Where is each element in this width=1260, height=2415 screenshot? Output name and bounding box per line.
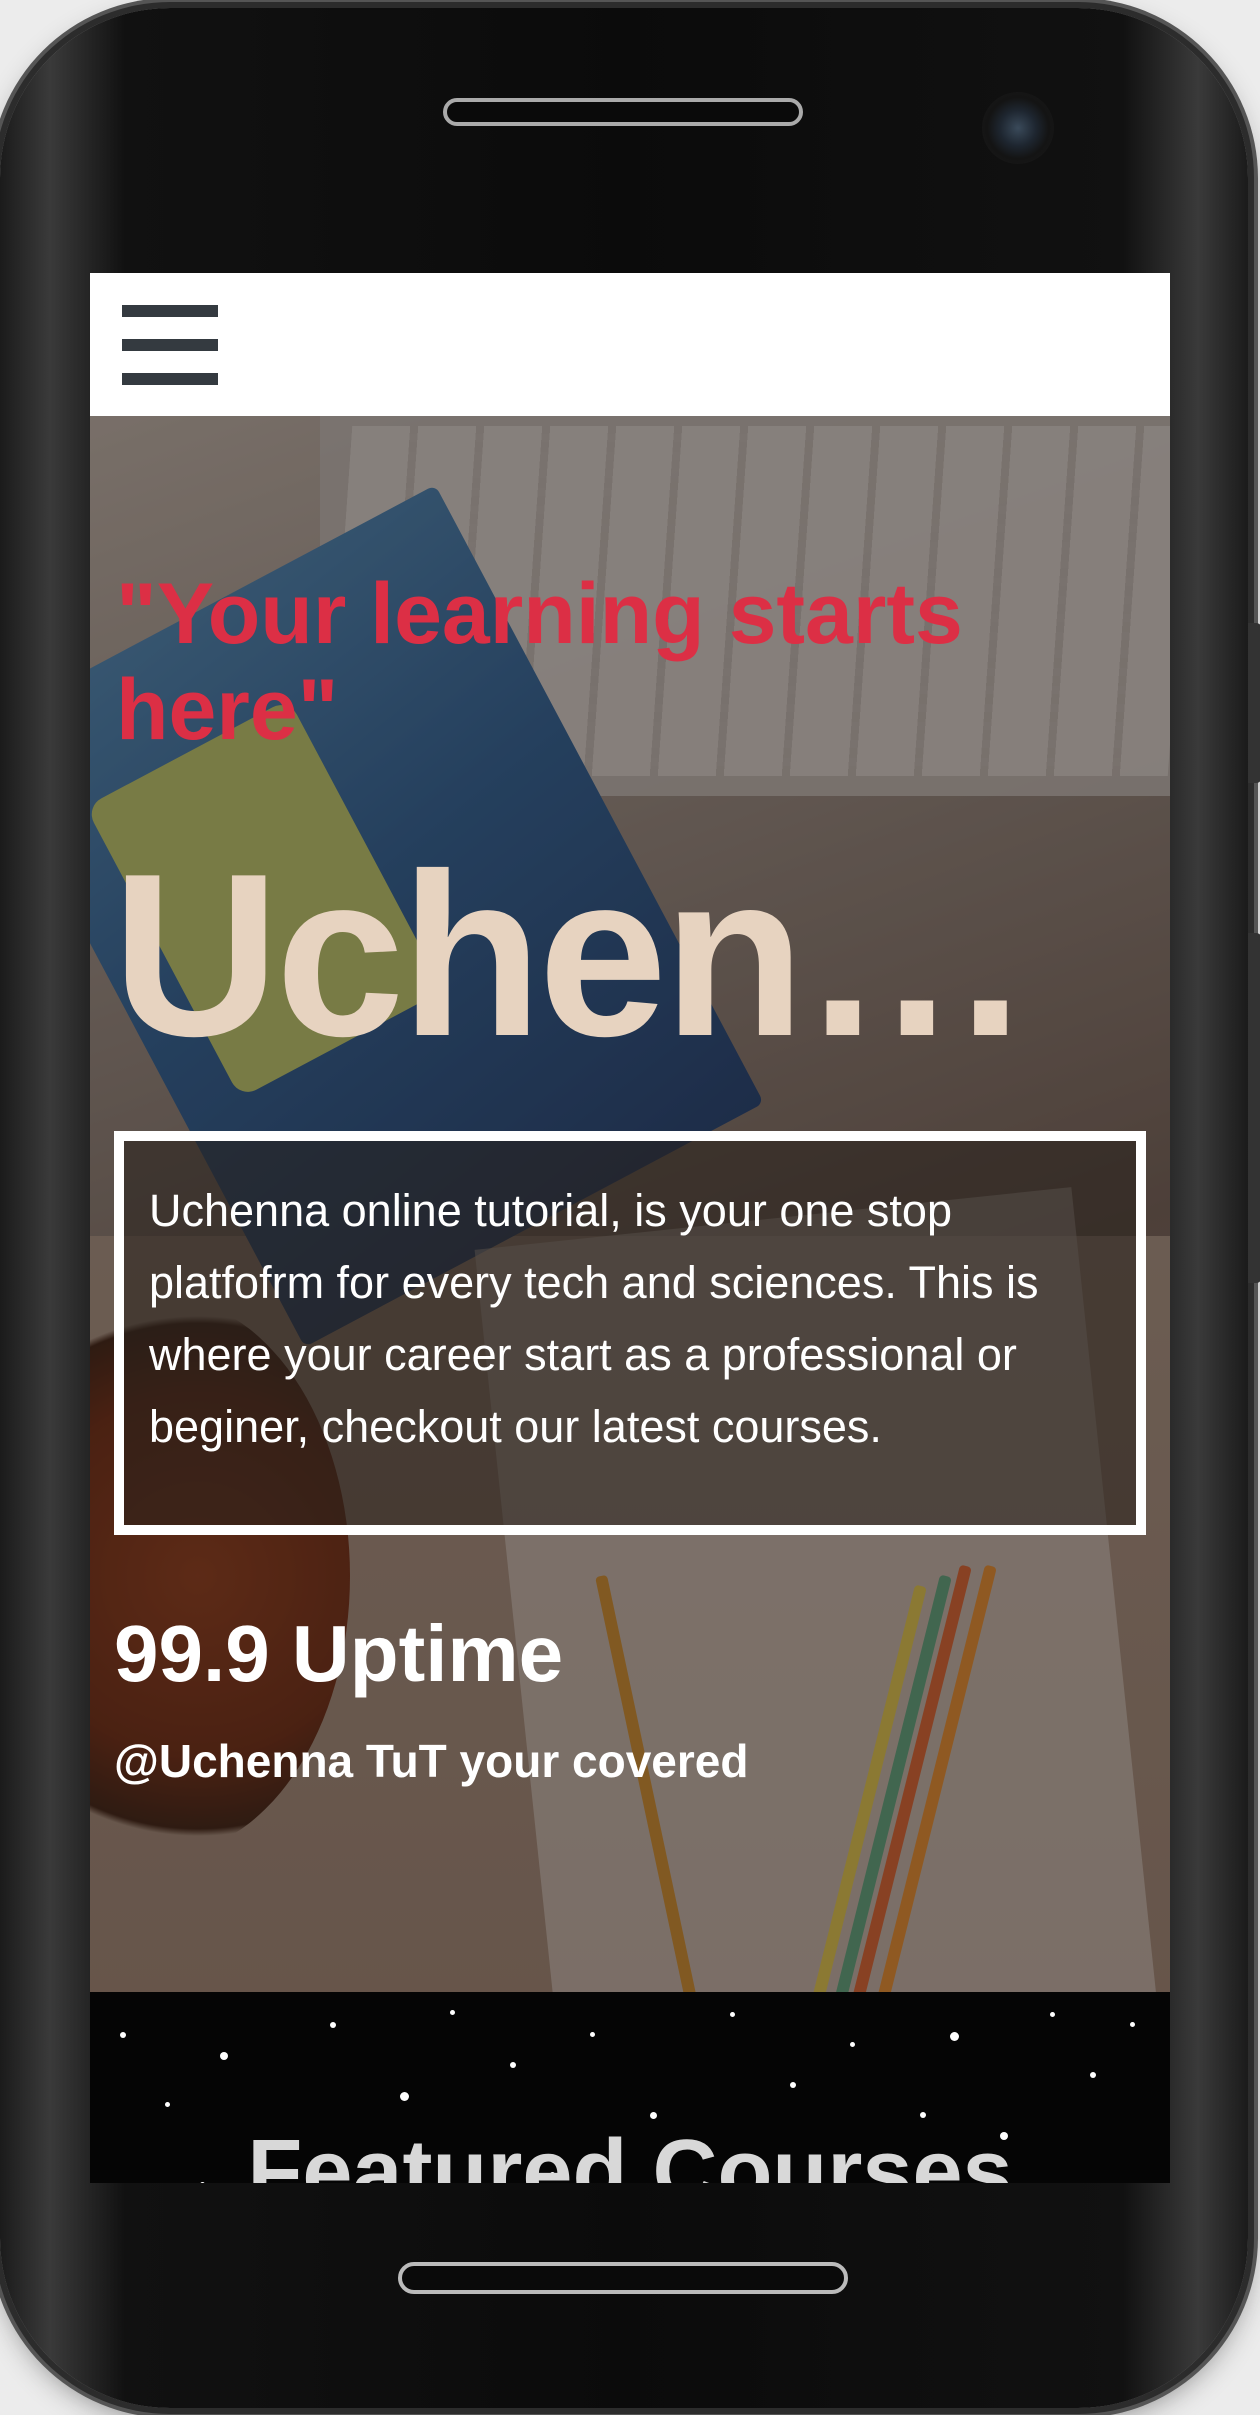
- menu-bar: [122, 373, 218, 385]
- star-decoration: [950, 2032, 959, 2041]
- featured-courses-heading: Featured Courses: [247, 2122, 1013, 2183]
- star-decoration: [330, 2022, 336, 2028]
- covered-text: @Uchenna TuT your covered: [114, 1735, 749, 1787]
- star-decoration: [790, 2082, 796, 2088]
- star-decoration: [450, 2010, 455, 2015]
- phone-home-button: [398, 2262, 848, 2294]
- phone-camera: [982, 92, 1054, 164]
- brand-title: Uchenna Online Tutorial: [112, 831, 1152, 1081]
- menu-bar: [122, 305, 218, 317]
- star-decoration: [1090, 2072, 1096, 2078]
- browser-viewport: "Your learning starts here" Uchenna Onli…: [90, 273, 1170, 2183]
- hero-tagline: "Your learning starts here": [116, 566, 963, 758]
- about-card: Uchenna online tutorial, is your one sto…: [114, 1131, 1146, 1535]
- star-decoration: [850, 2042, 855, 2047]
- featured-courses-section: Featured Courses: [90, 1992, 1170, 2183]
- star-decoration: [920, 2112, 926, 2118]
- star-decoration: [120, 2032, 126, 2038]
- top-navbar: [90, 273, 1170, 416]
- star-decoration: [1050, 2012, 1055, 2017]
- phone-volume-button: [1248, 623, 1260, 783]
- star-decoration: [220, 2052, 228, 2060]
- about-text: Uchenna online tutorial, is your one sto…: [149, 1185, 1039, 1452]
- star-decoration: [650, 2112, 657, 2119]
- star-decoration: [165, 2102, 170, 2107]
- uptime-heading: 99.9 Uptime: [114, 1609, 564, 1698]
- star-decoration: [730, 2012, 735, 2017]
- phone-speaker: [443, 98, 803, 126]
- star-decoration: [510, 2062, 516, 2068]
- phone-power-button: [1248, 933, 1260, 1283]
- hero-section: "Your learning starts here" Uchenna Onli…: [90, 416, 1170, 1992]
- star-decoration: [590, 2032, 595, 2037]
- hamburger-menu-icon[interactable]: [122, 305, 218, 385]
- menu-bar: [122, 339, 218, 351]
- star-decoration: [400, 2092, 409, 2101]
- star-decoration: [1130, 2022, 1135, 2027]
